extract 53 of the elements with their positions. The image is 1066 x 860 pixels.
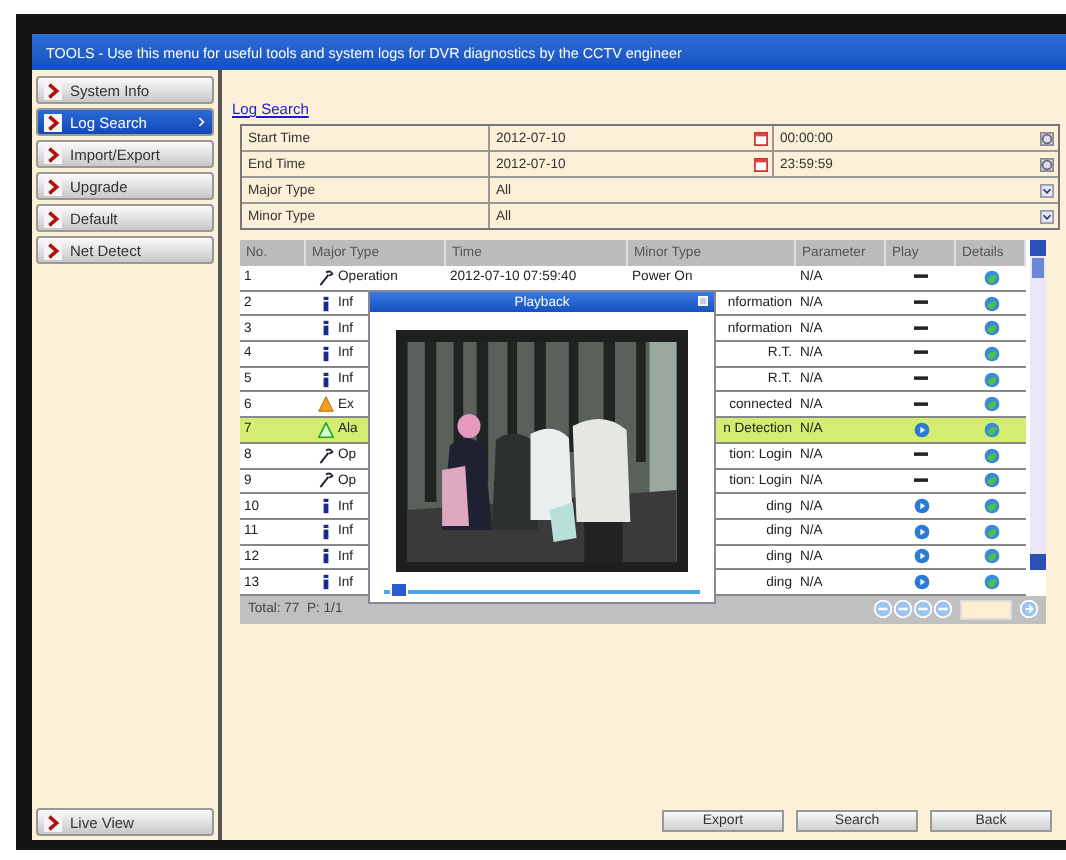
chevron-icon: [44, 177, 62, 195]
details-icon[interactable]: [983, 320, 999, 337]
chevron-icon: [44, 113, 62, 131]
alarm-icon: [318, 421, 334, 438]
clock-icon: [1040, 131, 1054, 145]
play-icon[interactable]: [913, 574, 929, 591]
details-icon[interactable]: [983, 269, 999, 286]
info-icon: [318, 574, 334, 591]
page-nav-icon[interactable]: [874, 600, 892, 619]
clock-icon: [1040, 157, 1054, 171]
chevron-icon: [44, 813, 62, 831]
info-icon: [318, 523, 334, 540]
info-icon: [318, 320, 334, 337]
info-icon: [318, 548, 334, 565]
page-nav-icon[interactable]: [934, 600, 952, 619]
play-icon[interactable]: [913, 523, 929, 540]
info-icon: [318, 371, 334, 388]
info-icon: [318, 498, 334, 515]
page-nav-icon[interactable]: [914, 600, 932, 619]
go-icon[interactable]: [1020, 600, 1038, 619]
details-icon[interactable]: [983, 295, 999, 312]
chevron-icon: [44, 81, 62, 99]
calendar-icon: [754, 131, 768, 145]
info-icon: [318, 295, 334, 312]
calendar-icon: [754, 157, 768, 171]
details-icon[interactable]: [983, 472, 999, 489]
info-icon: [318, 345, 334, 362]
details-icon[interactable]: [983, 345, 999, 362]
wrench-icon: [318, 472, 334, 489]
details-icon[interactable]: [983, 396, 999, 413]
details-icon[interactable]: [983, 371, 999, 388]
wrench-icon: [318, 269, 334, 286]
details-icon[interactable]: [983, 421, 999, 438]
dropdown-arrow-icon: [1040, 183, 1054, 197]
chevron-icon: [44, 241, 62, 259]
details-icon[interactable]: [983, 498, 999, 515]
play-icon[interactable]: [913, 421, 929, 438]
play-icon[interactable]: [913, 498, 929, 515]
warning-icon: [318, 396, 334, 413]
page-input[interactable]: [960, 599, 1012, 620]
play-icon[interactable]: [913, 548, 929, 565]
chevron-icon: [44, 209, 62, 227]
dropdown-arrow-icon: [1040, 209, 1054, 223]
details-icon[interactable]: [983, 574, 999, 591]
details-icon[interactable]: [983, 523, 999, 540]
wrench-icon: [318, 447, 334, 464]
page-nav-icon[interactable]: [894, 600, 912, 619]
progress-handle[interactable]: [389, 582, 408, 598]
details-icon[interactable]: [983, 447, 999, 464]
chevron-icon: [198, 116, 206, 128]
chevron-icon: [44, 145, 62, 163]
details-icon[interactable]: [983, 548, 999, 565]
scrollbar[interactable]: [1030, 240, 1046, 570]
